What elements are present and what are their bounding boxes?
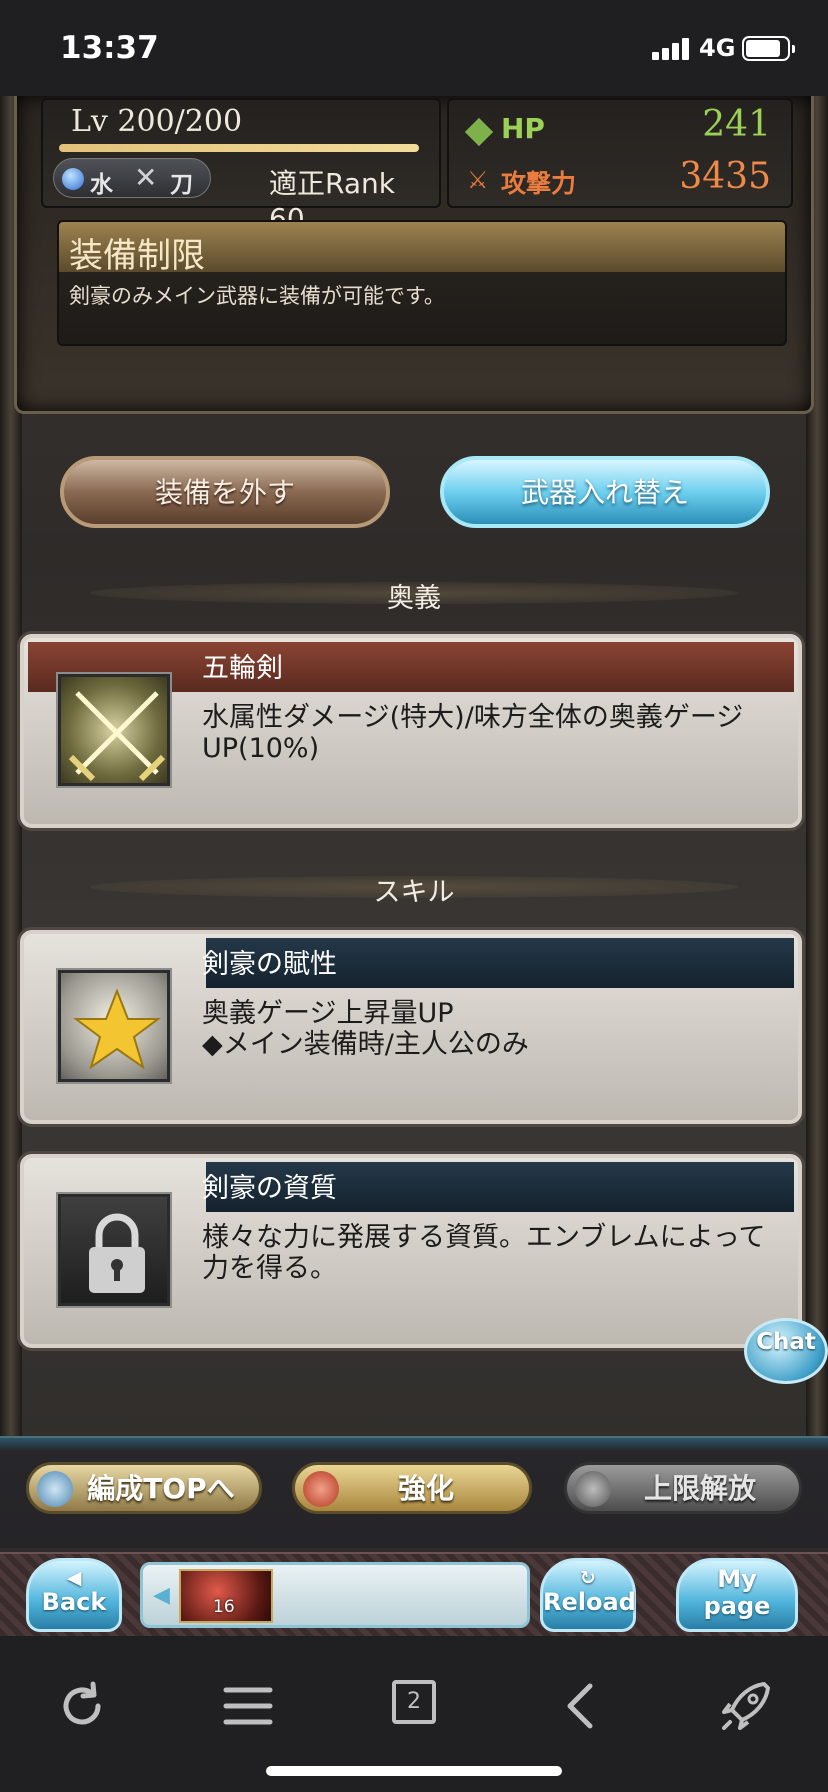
rocket-icon[interactable]: [716, 1676, 776, 1736]
upgrade-button[interactable]: 強化: [292, 1462, 532, 1514]
status-bar: 13:37 4G: [0, 0, 828, 96]
weapon-info-panel: Lv 200/200 水 ✕ 刀 適正Rank 60 HP 241 ⚔ 攻撃力 …: [14, 96, 814, 414]
attack-value: 3435: [679, 156, 771, 197]
refresh-icon[interactable]: [52, 1676, 112, 1736]
restriction-title: 装備制限: [69, 236, 205, 276]
chat-button[interactable]: Chat: [744, 1318, 828, 1384]
crossed-swords-icon: [58, 674, 170, 786]
upgrade-label: 強化: [397, 1472, 454, 1505]
back-chevron-icon[interactable]: [552, 1676, 612, 1736]
quest-shortcut[interactable]: ◀ 16: [140, 1562, 530, 1628]
weapon-type-label: 刀: [170, 172, 193, 198]
skill-name: 剣豪の資質: [202, 1173, 337, 1204]
restriction-description: 剣豪のみメイン武器に装備が可能です。: [69, 284, 445, 308]
game-view: Lv 200/200 水 ✕ 刀 適正Rank 60 HP 241 ⚔ 攻撃力 …: [0, 96, 828, 1636]
up-arrow-icon: [303, 1471, 339, 1507]
back-button[interactable]: ◀ Back: [26, 1558, 122, 1632]
team-top-button[interactable]: 編成TOPへ: [26, 1462, 262, 1514]
reload-button[interactable]: ↻ Reload: [540, 1558, 636, 1632]
ougi-description: 水属性ダメージ(特大)/味方全体の奥義ゲージUP(10%): [202, 702, 744, 764]
party-icon: [37, 1471, 73, 1507]
stars-icon: [575, 1471, 611, 1507]
hp-label: HP: [501, 112, 545, 145]
ougi-name: 五輪剣: [202, 653, 283, 684]
team-top-label: 編成TOPへ: [87, 1472, 235, 1505]
water-element-icon: [62, 168, 84, 190]
unequip-button[interactable]: 装備を外す: [60, 456, 390, 528]
lock-icon: [58, 1194, 170, 1306]
left-arrow-icon: ◀: [153, 1583, 170, 1608]
network-label: 4G: [699, 34, 736, 62]
attack-icon: ⚔: [467, 166, 489, 194]
tabs-button[interactable]: 2: [392, 1680, 436, 1724]
menu-icon[interactable]: [218, 1676, 278, 1736]
signal-icon: [652, 38, 692, 60]
level-bar: [59, 144, 419, 152]
mypage-button[interactable]: My page: [676, 1558, 798, 1632]
skill-card[interactable]: 剣豪の資質 様々な力に発展する資質。エンブレムによって力を得る。: [20, 1154, 802, 1348]
equip-restriction-box: 装備制限 剣豪のみメイン武器に装備が可能です。: [57, 220, 787, 346]
level-box: Lv 200/200 水 ✕ 刀 適正Rank 60: [41, 98, 441, 235]
battery-icon: [742, 36, 795, 61]
element-label: 水: [90, 172, 113, 198]
skill-name: 剣豪の賦性: [202, 949, 337, 980]
action-panel: 編成TOPへ 強化 上限解放: [0, 1436, 828, 1548]
skill-section-title: スキル: [373, 877, 455, 908]
stat-box: HP 241 ⚔ 攻撃力 3435: [447, 98, 793, 208]
element-pill: 水 ✕ 刀: [53, 158, 211, 198]
level-text: Lv 200/200: [71, 104, 243, 139]
uncap-button[interactable]: 上限解放: [564, 1462, 802, 1514]
quest-count: 16: [213, 1597, 235, 1617]
chat-label: Chat: [756, 1329, 816, 1355]
skill-card[interactable]: 剣豪の賦性 奥義ゲージ上昇量UP ◆メイン装備時/主人公のみ: [20, 930, 802, 1124]
status-time: 13:37: [60, 30, 159, 66]
crossed-swords-icon: ✕: [134, 161, 158, 194]
reload-icon: ↻: [580, 1567, 596, 1589]
back-arrow-icon: ◀: [66, 1567, 82, 1589]
ougi-section-title: 奥義: [387, 583, 441, 614]
skill-description: 奥義ゲージ上昇量UP ◆メイン装備時/主人公のみ: [202, 998, 529, 1060]
home-indicator: [266, 1766, 562, 1776]
star-icon: [58, 970, 170, 1082]
uncap-label: 上限解放: [643, 1472, 756, 1505]
skill-description: 様々な力に発展する資質。エンブレムによって力を得る。: [202, 1222, 766, 1284]
ougi-card[interactable]: 五輪剣 水属性ダメージ(特大)/味方全体の奥義ゲージUP(10%): [20, 634, 802, 828]
attack-label: 攻撃力: [501, 169, 577, 198]
hp-icon: [464, 117, 494, 147]
hp-value: 241: [702, 104, 771, 145]
game-nav-bar: ◀ Back ◀ 16 ↻ Reload My page: [0, 1552, 828, 1636]
swap-weapon-button[interactable]: 武器入れ替え: [440, 456, 770, 528]
